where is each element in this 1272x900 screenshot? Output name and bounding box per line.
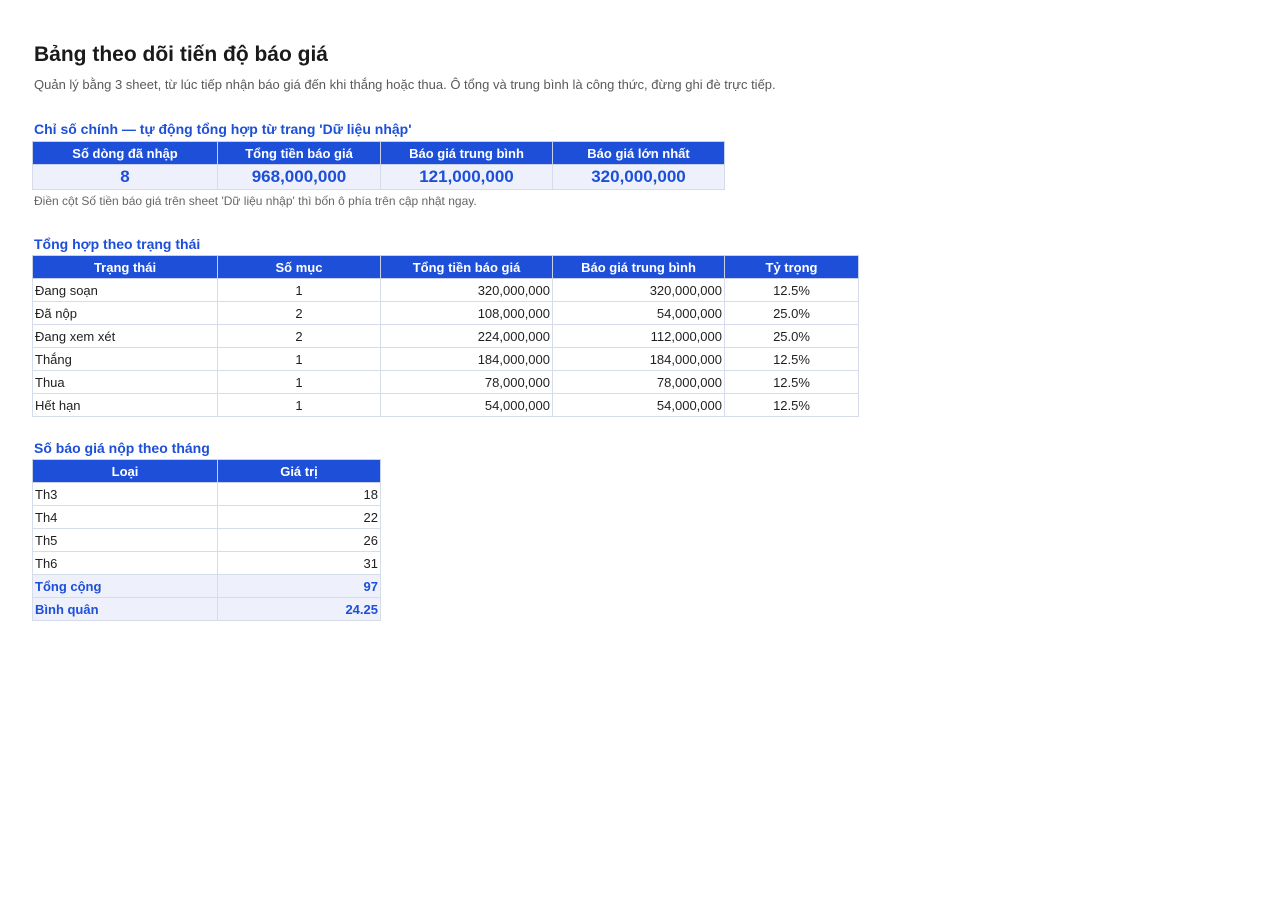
total-cell[interactable]: 78,000,000	[380, 370, 553, 394]
table-row: Th4 22	[32, 505, 381, 529]
status-cell[interactable]: Đã nộp	[32, 301, 218, 325]
table-row: Đang soạn 1 320,000,000 320,000,000 12.5…	[32, 278, 859, 302]
page-subtitle: Quản lý bằng 3 sheet, từ lúc tiếp nhận b…	[34, 77, 776, 92]
total-value[interactable]: 97	[217, 574, 381, 598]
monthly-header-value[interactable]: Giá trị	[217, 459, 381, 483]
kpi-value-total-amount[interactable]: 968,000,000	[217, 164, 381, 190]
kpi-value-average-quote[interactable]: 121,000,000	[380, 164, 553, 190]
share-cell[interactable]: 12.5%	[724, 370, 859, 394]
average-cell[interactable]: 320,000,000	[552, 278, 725, 302]
total-cell[interactable]: 184,000,000	[380, 347, 553, 371]
status-header-total[interactable]: Tổng tiền báo giá	[380, 255, 553, 279]
total-cell[interactable]: 320,000,000	[380, 278, 553, 302]
average-cell[interactable]: 112,000,000	[552, 324, 725, 348]
kpi-value-rows-entered[interactable]: 8	[32, 164, 218, 190]
kpi-note: Điền cột Số tiền báo giá trên sheet 'Dữ …	[34, 194, 477, 208]
monthly-header-row: Loại Giá trị	[32, 459, 381, 483]
table-row: Th3 18	[32, 482, 381, 506]
kpi-value-max-quote[interactable]: 320,000,000	[552, 164, 725, 190]
value-cell[interactable]: 22	[217, 505, 381, 529]
kpi-value-row: 8 968,000,000 121,000,000 320,000,000	[32, 164, 725, 190]
value-cell[interactable]: 26	[217, 528, 381, 552]
total-row: Tổng cộng 97	[32, 574, 381, 598]
status-header-share[interactable]: Tỷ trọng	[724, 255, 859, 279]
total-cell[interactable]: 108,000,000	[380, 301, 553, 325]
month-cell[interactable]: Th3	[32, 482, 218, 506]
share-cell[interactable]: 12.5%	[724, 278, 859, 302]
status-summary-table: Trạng thái Số mục Tổng tiền báo giá Báo …	[32, 255, 859, 417]
kpi-header-row: Số dòng đã nhập Tổng tiền báo giá Báo gi…	[32, 141, 725, 165]
kpi-header-average-quote[interactable]: Báo giá trung bình	[380, 141, 553, 165]
status-cell[interactable]: Hết hạn	[32, 393, 218, 417]
count-cell[interactable]: 1	[217, 347, 381, 371]
share-cell[interactable]: 12.5%	[724, 393, 859, 417]
kpi-header-total-amount[interactable]: Tổng tiền báo giá	[217, 141, 381, 165]
total-label[interactable]: Tổng cộng	[32, 574, 218, 598]
total-cell[interactable]: 54,000,000	[380, 393, 553, 417]
status-header-average[interactable]: Báo giá trung bình	[552, 255, 725, 279]
value-cell[interactable]: 31	[217, 551, 381, 575]
average-cell[interactable]: 78,000,000	[552, 370, 725, 394]
count-cell[interactable]: 2	[217, 324, 381, 348]
monthly-header-type[interactable]: Loại	[32, 459, 218, 483]
value-cell[interactable]: 18	[217, 482, 381, 506]
table-row: Đang xem xét 2 224,000,000 112,000,000 2…	[32, 324, 859, 348]
monthly-table: Loại Giá trị Th3 18 Th4 22 Th5 26 Th6 31…	[32, 459, 381, 621]
count-cell[interactable]: 1	[217, 393, 381, 417]
average-cell[interactable]: 184,000,000	[552, 347, 725, 371]
count-cell[interactable]: 2	[217, 301, 381, 325]
status-header-row: Trạng thái Số mục Tổng tiền báo giá Báo …	[32, 255, 859, 279]
table-row: Thua 1 78,000,000 78,000,000 12.5%	[32, 370, 859, 394]
average-row: Bình quân 24.25	[32, 597, 381, 621]
table-row: Hết hạn 1 54,000,000 54,000,000 12.5%	[32, 393, 859, 417]
share-cell[interactable]: 12.5%	[724, 347, 859, 371]
total-cell[interactable]: 224,000,000	[380, 324, 553, 348]
kpi-section-title: Chỉ số chính — tự động tổng hợp từ trang…	[34, 121, 412, 137]
table-row: Đã nộp 2 108,000,000 54,000,000 25.0%	[32, 301, 859, 325]
table-row: Thắng 1 184,000,000 184,000,000 12.5%	[32, 347, 859, 371]
status-section-title: Tổng hợp theo trạng thái	[34, 236, 201, 252]
average-label[interactable]: Bình quân	[32, 597, 218, 621]
month-cell[interactable]: Th4	[32, 505, 218, 529]
status-cell[interactable]: Thắng	[32, 347, 218, 371]
average-value[interactable]: 24.25	[217, 597, 381, 621]
count-cell[interactable]: 1	[217, 370, 381, 394]
average-cell[interactable]: 54,000,000	[552, 393, 725, 417]
kpi-header-rows-entered[interactable]: Số dòng đã nhập	[32, 141, 218, 165]
count-cell[interactable]: 1	[217, 278, 381, 302]
kpi-table: Số dòng đã nhập Tổng tiền báo giá Báo gi…	[32, 141, 725, 190]
kpi-header-max-quote[interactable]: Báo giá lớn nhất	[552, 141, 725, 165]
average-cell[interactable]: 54,000,000	[552, 301, 725, 325]
table-row: Th5 26	[32, 528, 381, 552]
monthly-section-title: Số báo giá nộp theo tháng	[34, 440, 210, 456]
table-row: Th6 31	[32, 551, 381, 575]
share-cell[interactable]: 25.0%	[724, 301, 859, 325]
status-cell[interactable]: Đang soạn	[32, 278, 218, 302]
status-header-count[interactable]: Số mục	[217, 255, 381, 279]
page-title: Bảng theo dõi tiến độ báo giá	[34, 43, 328, 66]
status-header-status[interactable]: Trạng thái	[32, 255, 218, 279]
share-cell[interactable]: 25.0%	[724, 324, 859, 348]
status-cell[interactable]: Đang xem xét	[32, 324, 218, 348]
status-cell[interactable]: Thua	[32, 370, 218, 394]
month-cell[interactable]: Th5	[32, 528, 218, 552]
month-cell[interactable]: Th6	[32, 551, 218, 575]
